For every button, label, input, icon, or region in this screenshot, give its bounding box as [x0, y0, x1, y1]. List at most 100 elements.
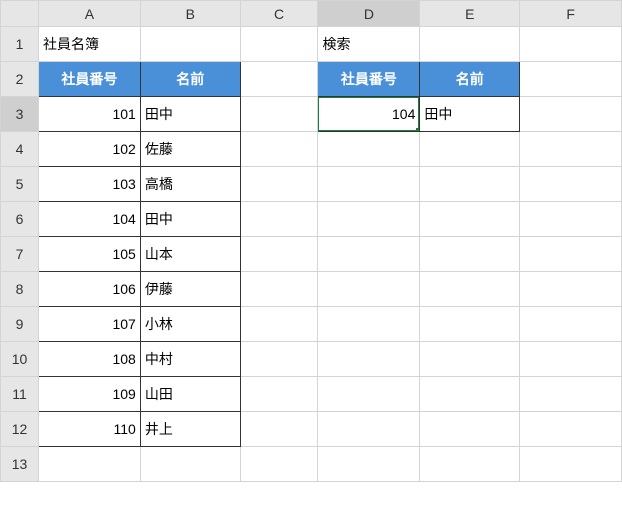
cell-B7[interactable]: 山本 — [140, 237, 240, 272]
cell-D11[interactable] — [318, 377, 420, 412]
cell-F5[interactable] — [520, 167, 622, 202]
row-header-2[interactable]: 2 — [1, 62, 39, 97]
col-header-B[interactable]: B — [140, 1, 240, 27]
cell-F7[interactable] — [520, 237, 622, 272]
cell-F2[interactable] — [520, 62, 622, 97]
cell-A3[interactable]: 101 — [38, 97, 140, 132]
row-header-7[interactable]: 7 — [1, 237, 39, 272]
cell-C12[interactable] — [240, 412, 318, 447]
cell-E7[interactable] — [420, 237, 520, 272]
cell-C6[interactable] — [240, 202, 318, 237]
cell-D2[interactable]: 社員番号 — [318, 62, 420, 97]
cell-B11[interactable]: 山田 — [140, 377, 240, 412]
row-header-4[interactable]: 4 — [1, 132, 39, 167]
cell-B1[interactable] — [140, 27, 240, 62]
cell-E8[interactable] — [420, 272, 520, 307]
cell-E10[interactable] — [420, 342, 520, 377]
cell-F6[interactable] — [520, 202, 622, 237]
cell-E11[interactable] — [420, 377, 520, 412]
cell-D1[interactable]: 検索 — [318, 27, 420, 62]
cell-C9[interactable] — [240, 307, 318, 342]
cell-A9[interactable]: 107 — [38, 307, 140, 342]
col-header-E[interactable]: E — [420, 1, 520, 27]
cell-A10[interactable]: 108 — [38, 342, 140, 377]
cell-F1[interactable] — [520, 27, 622, 62]
cell-D3[interactable]: 104 — [318, 97, 420, 132]
cell-D13[interactable] — [318, 447, 420, 482]
cell-A13[interactable] — [38, 447, 140, 482]
cell-D6[interactable] — [318, 202, 420, 237]
cell-A2[interactable]: 社員番号 — [38, 62, 140, 97]
cell-E1[interactable] — [420, 27, 520, 62]
cell-D9[interactable] — [318, 307, 420, 342]
row-header-1[interactable]: 1 — [1, 27, 39, 62]
cell-C4[interactable] — [240, 132, 318, 167]
cell-A11[interactable]: 109 — [38, 377, 140, 412]
cell-D5[interactable] — [318, 167, 420, 202]
col-header-F[interactable]: F — [520, 1, 622, 27]
cell-D10[interactable] — [318, 342, 420, 377]
cell-B4[interactable]: 佐藤 — [140, 132, 240, 167]
row-header-13[interactable]: 13 — [1, 447, 39, 482]
cell-C8[interactable] — [240, 272, 318, 307]
cell-B13[interactable] — [140, 447, 240, 482]
row-header-9[interactable]: 9 — [1, 307, 39, 342]
cell-F3[interactable] — [520, 97, 622, 132]
cell-C11[interactable] — [240, 377, 318, 412]
cell-F10[interactable] — [520, 342, 622, 377]
cell-B10[interactable]: 中村 — [140, 342, 240, 377]
cell-D12[interactable] — [318, 412, 420, 447]
cell-E3[interactable]: 田中 — [420, 97, 520, 132]
cell-C2[interactable] — [240, 62, 318, 97]
cell-B12[interactable]: 井上 — [140, 412, 240, 447]
cell-A7[interactable]: 105 — [38, 237, 140, 272]
cell-E9[interactable] — [420, 307, 520, 342]
col-header-A[interactable]: A — [38, 1, 140, 27]
cell-B6[interactable]: 田中 — [140, 202, 240, 237]
cell-A8[interactable]: 106 — [38, 272, 140, 307]
cell-F4[interactable] — [520, 132, 622, 167]
spreadsheet-grid[interactable]: A B C D E F 1 社員名簿 検索 2 社員番号 名前 社員番号 名前 … — [0, 0, 622, 482]
row-header-3[interactable]: 3 — [1, 97, 39, 132]
cell-A4[interactable]: 102 — [38, 132, 140, 167]
cell-E6[interactable] — [420, 202, 520, 237]
row-header-12[interactable]: 12 — [1, 412, 39, 447]
cell-B5[interactable]: 高橋 — [140, 167, 240, 202]
cell-A1[interactable]: 社員名簿 — [38, 27, 140, 62]
row-header-5[interactable]: 5 — [1, 167, 39, 202]
cell-D4[interactable] — [318, 132, 420, 167]
cell-D7[interactable] — [318, 237, 420, 272]
cell-F11[interactable] — [520, 377, 622, 412]
select-all-corner[interactable] — [1, 1, 39, 27]
cell-C5[interactable] — [240, 167, 318, 202]
cell-C7[interactable] — [240, 237, 318, 272]
cell-E5[interactable] — [420, 167, 520, 202]
cell-C13[interactable] — [240, 447, 318, 482]
cell-C10[interactable] — [240, 342, 318, 377]
cell-A6[interactable]: 104 — [38, 202, 140, 237]
fill-handle[interactable] — [416, 128, 420, 132]
col-header-C[interactable]: C — [240, 1, 318, 27]
cell-B2[interactable]: 名前 — [140, 62, 240, 97]
cell-E12[interactable] — [420, 412, 520, 447]
cell-A12[interactable]: 110 — [38, 412, 140, 447]
cell-F9[interactable] — [520, 307, 622, 342]
cell-C1[interactable] — [240, 27, 318, 62]
cell-C3[interactable] — [240, 97, 318, 132]
cell-B8[interactable]: 伊藤 — [140, 272, 240, 307]
cell-A5[interactable]: 103 — [38, 167, 140, 202]
cell-E2[interactable]: 名前 — [420, 62, 520, 97]
col-header-D[interactable]: D — [318, 1, 420, 27]
row-header-8[interactable]: 8 — [1, 272, 39, 307]
row-header-6[interactable]: 6 — [1, 202, 39, 237]
cell-F8[interactable] — [520, 272, 622, 307]
cell-E4[interactable] — [420, 132, 520, 167]
cell-F12[interactable] — [520, 412, 622, 447]
row-header-10[interactable]: 10 — [1, 342, 39, 377]
row-header-11[interactable]: 11 — [1, 377, 39, 412]
cell-D8[interactable] — [318, 272, 420, 307]
cell-E13[interactable] — [420, 447, 520, 482]
cell-B9[interactable]: 小林 — [140, 307, 240, 342]
cell-B3[interactable]: 田中 — [140, 97, 240, 132]
cell-F13[interactable] — [520, 447, 622, 482]
